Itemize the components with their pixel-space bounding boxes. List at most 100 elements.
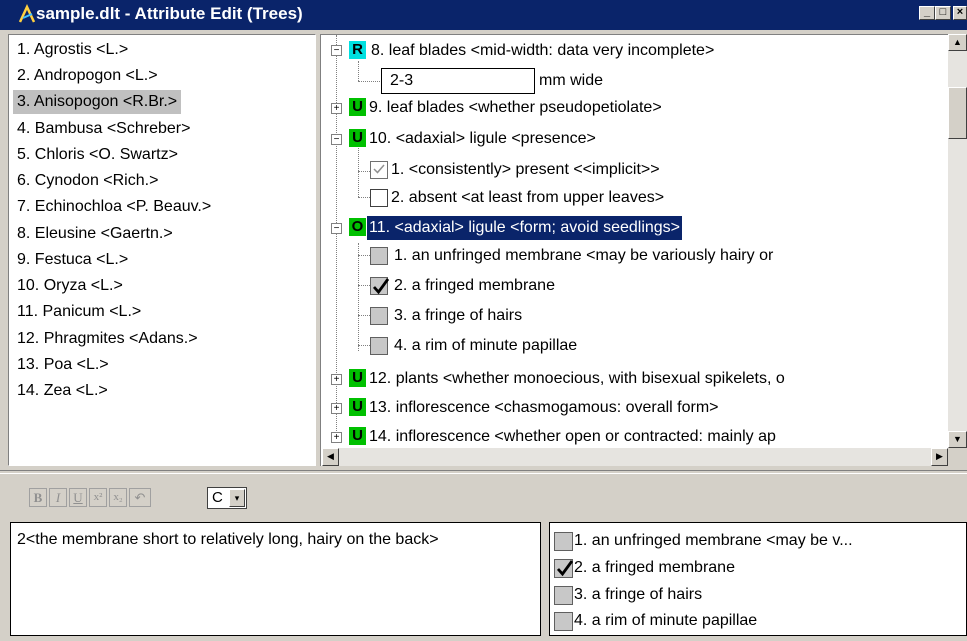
status-badge: U <box>349 98 366 116</box>
combo-value: C <box>212 489 223 506</box>
tree-row-char12[interactable]: + U 12. plants <whether monoecious, with… <box>321 366 961 392</box>
comment-editor[interactable]: 2<the membrane short to relatively long,… <box>10 522 541 636</box>
state-row[interactable]: 3. a fringe of hairs <box>321 304 961 330</box>
app-icon <box>18 4 36 23</box>
state-checkbox[interactable] <box>370 189 388 207</box>
implicit-check-icon <box>373 164 385 174</box>
close-icon: × <box>956 6 964 18</box>
chevron-down-icon[interactable]: ▾ <box>229 489 245 507</box>
taxon-item[interactable]: 9. Festuca <L.> <box>13 248 132 272</box>
scroll-up-arrow-icon[interactable]: ▲ <box>948 34 967 51</box>
bold-button[interactable]: B <box>29 488 47 507</box>
state-list[interactable]: 1. an unfringed membrane <may be v... 2.… <box>549 522 967 636</box>
superscript-button[interactable]: x² <box>89 488 107 507</box>
taxon-item[interactable]: 14. Zea <L.> <box>13 379 112 403</box>
tree-row-char9[interactable]: + U 9. leaf blades <whether pseudopetiol… <box>321 95 961 121</box>
tree-row-char10[interactable]: − U 10. <adaxial> ligule <presence> <box>321 126 961 152</box>
collapse-icon[interactable]: − <box>331 223 342 234</box>
taxa-list[interactable]: 1. Agrostis <L.> 2. Andropogon <L.> 3. A… <box>8 34 316 466</box>
subscript-button[interactable]: x₂ <box>109 488 127 507</box>
collapse-icon[interactable]: − <box>331 134 342 145</box>
tree-row-char8[interactable]: − R 8. leaf blades <mid-width: data very… <box>321 39 961 65</box>
state-row[interactable]: 1. <consistently> present <<implicit>> <box>321 158 961 184</box>
expand-icon[interactable]: + <box>331 103 342 114</box>
unit-label: mm wide <box>539 72 604 89</box>
taxon-item[interactable]: 2. Andropogon <L.> <box>13 64 162 88</box>
state-list-label: 4. a rim of minute papillae <box>574 612 758 629</box>
state-checkbox[interactable] <box>370 277 390 295</box>
character-tree[interactable]: − R 8. leaf blades <mid-width: data very… <box>320 34 967 466</box>
horizontal-scrollbar[interactable]: ◀ ▶ <box>322 448 948 466</box>
taxon-item[interactable]: 4. Bambusa <Schreber> <box>13 117 194 141</box>
expand-icon[interactable]: + <box>331 374 342 385</box>
state-row[interactable]: 2. a fringed membrane <box>321 274 961 300</box>
state-label: 1. an unfringed membrane <may be various… <box>394 247 774 264</box>
close-button[interactable]: × <box>953 6 967 20</box>
character-label: 10. <adaxial> ligule <presence> <box>369 130 596 147</box>
state-checkbox[interactable] <box>370 161 388 179</box>
state-list-label: 3. a fringe of hairs <box>574 586 703 603</box>
scrollbar-corner <box>948 448 967 466</box>
character-label-selected: 11. <adaxial> ligule <form; avoid seedli… <box>367 216 683 240</box>
tree-row-char11[interactable]: − O 11. <adaxial> ligule <form; avoid se… <box>321 215 961 241</box>
status-badge: R <box>349 41 366 59</box>
state-checkbox[interactable] <box>370 337 388 355</box>
window-title: sample.dlt - Attribute Edit (Trees) <box>36 4 303 23</box>
status-badge: U <box>349 369 366 387</box>
vertical-scrollbar[interactable]: ▲ ▼ <box>948 34 967 448</box>
collapse-icon[interactable]: − <box>331 45 342 56</box>
taxon-item-selected[interactable]: 3. Anisopogon <R.Br.> <box>13 90 182 114</box>
taxon-item[interactable]: 12. Phragmites <Adans.> <box>13 327 202 351</box>
scroll-right-arrow-icon[interactable]: ▶ <box>931 448 948 466</box>
numeric-value-input[interactable]: 2-3 <box>381 68 535 94</box>
taxon-item[interactable]: 7. Echinochloa <P. Beauv.> <box>13 195 215 219</box>
state-label: 4. a rim of minute papillae <box>394 337 578 354</box>
taxon-item[interactable]: 5. Chloris <O. Swartz> <box>13 143 182 167</box>
expand-icon[interactable]: + <box>331 432 342 443</box>
scroll-down-arrow-icon[interactable]: ▼ <box>948 431 967 448</box>
taxon-item[interactable]: 1. Agrostis <L.> <box>13 38 132 62</box>
scroll-thumb[interactable] <box>948 87 967 139</box>
state-checkbox[interactable] <box>370 307 388 325</box>
undo-button[interactable]: ↶ <box>129 488 151 507</box>
minimize-button[interactable]: _ <box>919 6 935 20</box>
character-label: 9. leaf blades <whether pseudopetiolate> <box>369 99 662 116</box>
state-list-checkbox[interactable] <box>554 586 573 605</box>
state-row[interactable]: 1. an unfringed membrane <may be various… <box>321 244 961 270</box>
tree-row-char13[interactable]: + U 13. inflorescence <chasmogamous: ove… <box>321 395 961 421</box>
maximize-icon: □ <box>939 6 947 18</box>
underline-button[interactable]: U <box>69 488 87 507</box>
status-badge: U <box>349 427 366 445</box>
status-badge: O <box>349 218 366 236</box>
italic-button[interactable]: I <box>49 488 67 507</box>
taxon-item[interactable]: 8. Eleusine <Gaertn.> <box>13 222 177 246</box>
splitter[interactable] <box>0 470 967 474</box>
taxon-item[interactable]: 11. Panicum <L.> <box>13 300 145 324</box>
state-list-checkbox[interactable] <box>554 612 573 631</box>
tree-row-char14[interactable]: + U 14. inflorescence <whether open or c… <box>321 424 961 450</box>
font-combo[interactable]: C ▾ <box>207 487 247 509</box>
state-list-label: 1. an unfringed membrane <may be v... <box>574 532 853 549</box>
scroll-left-arrow-icon[interactable]: ◀ <box>322 448 339 466</box>
character-label: 8. leaf blades <mid-width: data very inc… <box>371 42 715 59</box>
state-label: 2. absent <at least from upper leaves> <box>391 189 665 206</box>
state-label: 3. a fringe of hairs <box>394 307 523 324</box>
state-checkbox[interactable] <box>370 247 388 265</box>
state-row[interactable]: 4. a rim of minute papillae <box>321 334 961 360</box>
taxon-item[interactable]: 6. Cynodon <Rich.> <box>13 169 162 193</box>
state-label: 2. a fringed membrane <box>394 277 555 294</box>
character-label: 13. inflorescence <chasmogamous: overall… <box>369 399 719 416</box>
check-icon <box>372 278 390 295</box>
state-list-checkbox[interactable] <box>554 559 574 578</box>
title-bar[interactable]: sample.dlt - Attribute Edit (Trees) _ □ … <box>0 0 967 30</box>
expand-icon[interactable]: + <box>331 403 342 414</box>
check-icon <box>556 560 574 577</box>
character-label: 12. plants <whether monoecious, with bis… <box>369 370 785 387</box>
taxon-item[interactable]: 10. Oryza <L.> <box>13 274 127 298</box>
tree-connector <box>358 81 380 82</box>
state-list-checkbox[interactable] <box>554 532 573 551</box>
status-badge: U <box>349 129 366 147</box>
taxon-item[interactable]: 13. Poa <L.> <box>13 353 113 377</box>
maximize-button[interactable]: □ <box>935 6 951 20</box>
state-row[interactable]: 2. absent <at least from upper leaves> <box>321 186 961 212</box>
